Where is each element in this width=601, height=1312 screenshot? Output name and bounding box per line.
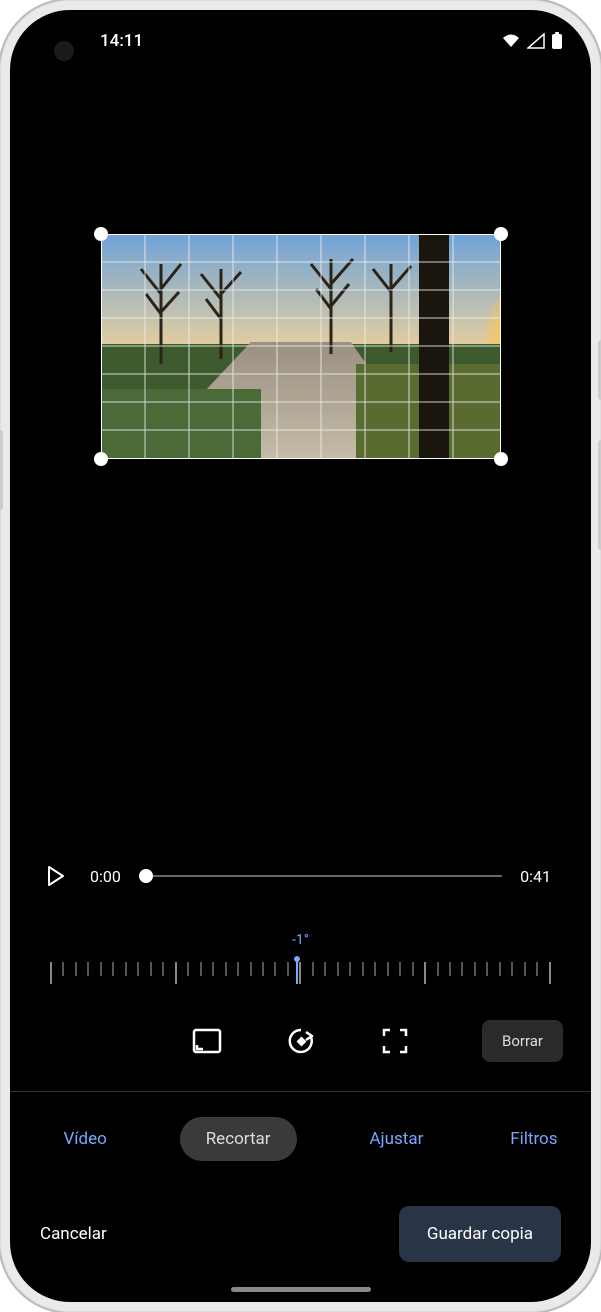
timeline-thumb[interactable] [139,869,153,883]
rotation-value-label: -1° [50,932,551,948]
cell-signal-icon [527,33,545,49]
playback-current-time: 0:00 [90,867,121,886]
playback-bar: 0:00 0:41 [10,860,591,922]
tab-adjust[interactable]: Ajustar [355,1119,437,1159]
play-icon [47,866,65,886]
rotate-icon [286,1026,316,1056]
rotation-ruler[interactable] [50,954,551,984]
clear-button[interactable]: Borrar [482,1020,563,1062]
rotate-button[interactable] [279,1019,323,1063]
video-crop-frame[interactable] [101,234,501,459]
crop-tool-row: Borrar [10,1004,591,1091]
crop-handle-bottom-left[interactable] [94,452,108,466]
rotation-control[interactable]: -1° [10,922,591,1004]
wifi-icon [501,33,521,49]
front-camera [50,37,78,65]
crop-handle-bottom-right[interactable] [494,452,508,466]
status-icons [501,32,563,50]
play-button[interactable] [40,860,72,892]
gesture-nav-bar[interactable] [231,1287,371,1292]
aspect-ratio-icon [192,1028,222,1054]
playback-timeline[interactable] [139,875,502,877]
ruler-ticks [50,962,551,984]
aspect-ratio-button[interactable] [185,1019,229,1063]
editor-tabs: Vídeo Recortar Ajustar Filtros [10,1092,591,1186]
status-bar: 14:11 [10,10,591,72]
crop-handle-top-left[interactable] [94,227,108,241]
bottom-action-bar: Cancelar Guardar copia [10,1186,591,1302]
screen: 14:11 [10,10,591,1302]
frame-corners-icon [381,1027,409,1055]
video-preview [101,234,501,459]
playback-total-time: 0:41 [520,867,551,886]
tab-video[interactable]: Vídeo [49,1119,120,1159]
crop-canvas[interactable] [10,72,591,860]
battery-icon [551,32,563,50]
ruler-marker[interactable] [296,958,298,984]
tab-filters[interactable]: Filtros [496,1119,571,1159]
phone-frame: 14:11 [0,0,601,1312]
crop-handle-top-right[interactable] [494,227,508,241]
phone-side-button [0,430,3,510]
editor-content: 0:00 0:41 -1° [10,72,591,1302]
tab-crop[interactable]: Recortar [180,1117,297,1161]
save-copy-button[interactable]: Guardar copia [399,1206,561,1262]
perspective-button[interactable] [373,1019,417,1063]
status-time: 14:11 [100,31,143,51]
cancel-button[interactable]: Cancelar [40,1224,107,1244]
